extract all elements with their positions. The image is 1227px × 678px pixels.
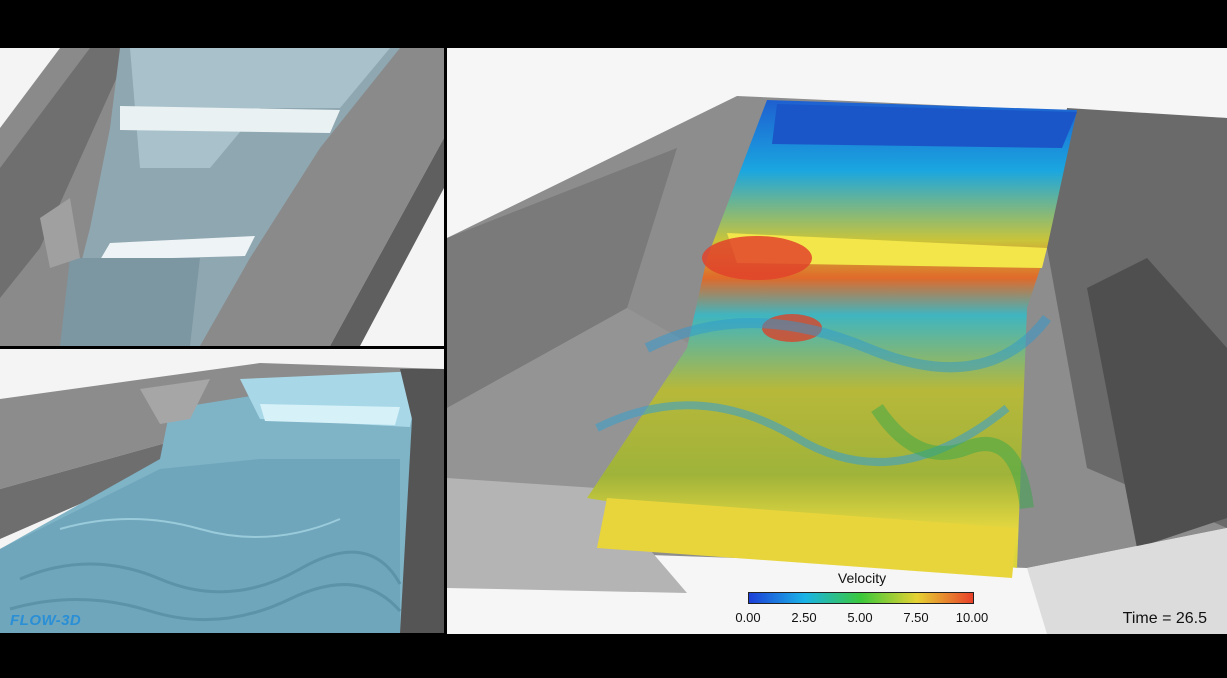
legend-tick: 7.50 (903, 610, 929, 625)
velocity-render (447, 48, 1227, 634)
flow-3d-logo: FLOW-3D (10, 612, 82, 629)
legend-title: Velocity (837, 570, 887, 586)
legend-tick: 5.00 (847, 610, 873, 625)
terrain-render (0, 48, 444, 346)
legend-tick: 2.50 (791, 610, 817, 625)
velocity-view: Velocity 0.00 2.50 5.00 7.50 10.00 Time … (447, 48, 1227, 634)
legend-tick: 0.00 (735, 610, 761, 625)
water-surface-render (0, 349, 444, 633)
time-readout: Time = 26.5 (1122, 610, 1207, 627)
legend-tick: 10.00 (955, 610, 989, 625)
bottom-left-view: FLOW-3D (0, 349, 444, 633)
legend-color-bar (748, 592, 974, 604)
top-left-view (0, 48, 444, 346)
